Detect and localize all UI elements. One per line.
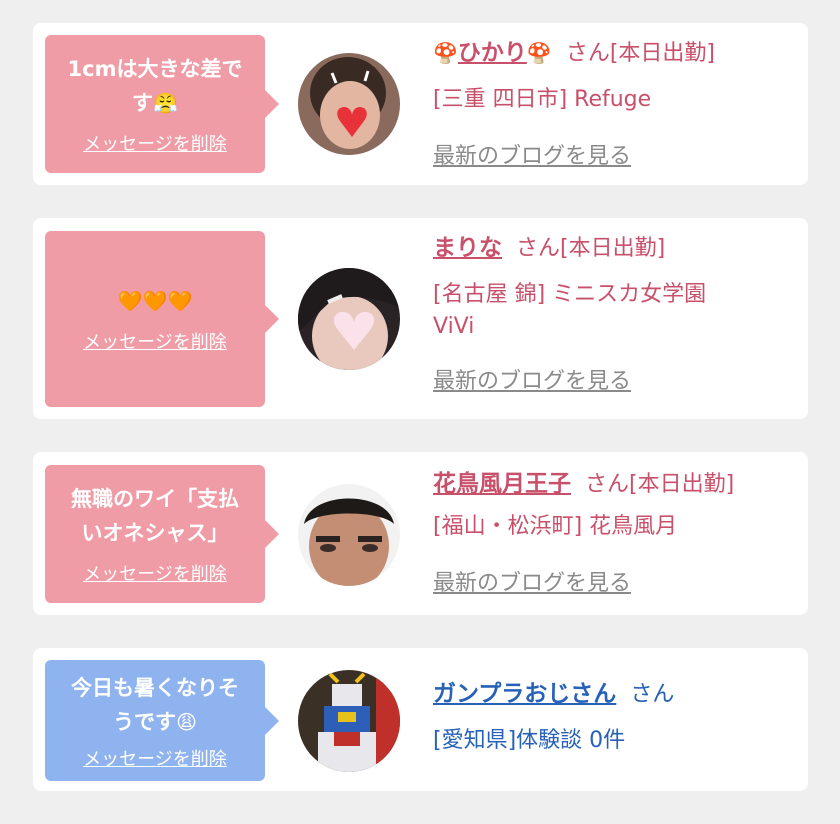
profile-name-link[interactable]: ひかり	[458, 40, 527, 66]
frustrated-face-icon: 😤	[153, 91, 178, 115]
delete-message-link[interactable]: メッセージを削除	[83, 560, 227, 586]
profile-info: ガンプラおじさん さん [愛知県]体験談 0件	[433, 678, 794, 757]
mushroom-icon: 🍄	[526, 41, 552, 65]
avatar[interactable]	[298, 484, 400, 586]
message-bubble: 🧡🧡🧡 メッセージを削除	[45, 231, 279, 407]
review-count: [愛知県]体験談 0件	[433, 728, 626, 753]
profile-info: 🍄ひかり🍄 さん[本日出勤] [三重 四日市] Refuge 最新のブログを見る	[433, 37, 794, 170]
shop-info: [福山・松浜町] 花鳥風月	[433, 514, 678, 539]
avatar[interactable]	[298, 670, 400, 772]
profile-info: 花鳥風月王子 さん[本日出勤] [福山・松浜町] 花鳥風月 最新のブログを見る	[433, 468, 794, 597]
honorific: さん	[565, 41, 610, 66]
blog-link[interactable]: 最新のブログを見る	[433, 138, 631, 170]
weary-face-icon: 😩	[176, 709, 197, 734]
honorific: さん	[516, 236, 561, 261]
message-bubble: 1cmは大きな差で す😤 メッセージを削除	[45, 35, 279, 173]
status-badge: [本日出勤]	[609, 41, 715, 66]
delete-message-link[interactable]: メッセージを削除	[83, 130, 227, 156]
message-card: 無職のワイ「支払 いオネシャス」 メッセージを削除 花鳥風月王子 さん[本日出勤]…	[33, 452, 808, 615]
profile-name-link[interactable]: 花鳥風月王子	[433, 471, 571, 497]
honorific: さん	[585, 472, 630, 497]
delete-message-link[interactable]: メッセージを削除	[83, 328, 227, 354]
avatar[interactable]	[298, 53, 400, 155]
message-card: 🧡🧡🧡 メッセージを削除 まりな さん[本日出勤] [名古屋 錦] ミニスカ女学園…	[33, 218, 808, 419]
shop-info: [名古屋 錦] ミニスカ女学園 ViVi	[433, 282, 707, 339]
profile-info: まりな さん[本日出勤] [名古屋 錦] ミニスカ女学園 ViVi 最新のブログを見…	[433, 232, 794, 395]
message-text: 🧡🧡🧡	[118, 284, 193, 318]
mushroom-icon: 🍄	[433, 41, 458, 65]
message-card: 今日も暑くなりそ うです😩 メッセージを削除 ガンプラおじさん さん [愛知県]体…	[33, 648, 808, 791]
status-badge: [本日出勤]	[629, 472, 735, 497]
delete-message-link[interactable]: メッセージを削除	[83, 745, 227, 771]
shop-info: [三重 四日市] Refuge	[433, 87, 652, 112]
profile-name-link[interactable]: ガンプラおじさん	[433, 681, 616, 707]
profile-name-link[interactable]: まりな	[433, 235, 502, 261]
message-card: 1cmは大きな差で す😤 メッセージを削除 🍄ひかり🍄 さん[本日出勤] [三重 …	[33, 23, 808, 185]
status-badge: [本日出勤]	[560, 236, 666, 261]
avatar[interactable]	[298, 268, 400, 370]
message-text: 1cmは大きな差で す😤	[67, 57, 243, 115]
blog-link[interactable]: 最新のブログを見る	[433, 565, 631, 597]
message-bubble: 無職のワイ「支払 いオネシャス」 メッセージを削除	[45, 465, 279, 603]
orange-heart-icon: 🧡🧡🧡	[117, 289, 193, 313]
message-bubble: 今日も暑くなりそ うです😩 メッセージを削除	[45, 660, 279, 781]
message-text: 無職のワイ「支払 いオネシャス」	[71, 487, 239, 545]
honorific: さん	[630, 682, 675, 707]
message-text: 今日も暑くなりそ うです😩	[71, 675, 239, 734]
blog-link[interactable]: 最新のブログを見る	[433, 363, 631, 395]
